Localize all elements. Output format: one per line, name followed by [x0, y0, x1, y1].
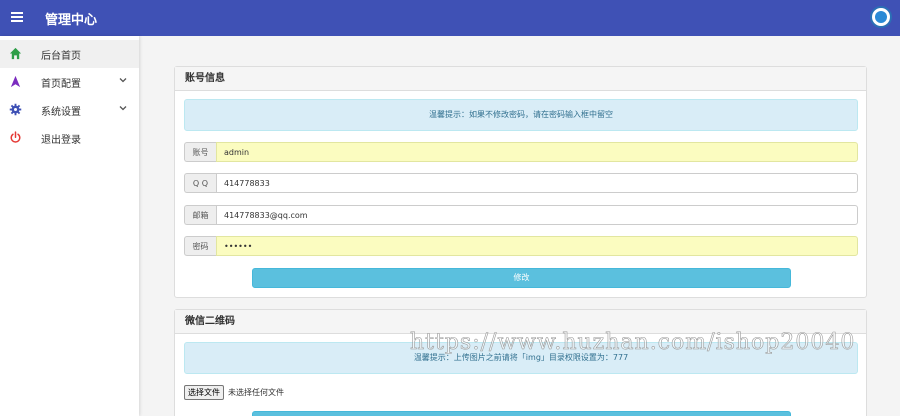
power-icon — [10, 131, 21, 143]
account-input[interactable] — [216, 142, 858, 162]
qq-label: Q Q — [184, 173, 216, 193]
qq-field: Q Q — [184, 173, 858, 193]
app-title: 管理中心 — [45, 13, 98, 28]
chevron-down-icon — [119, 106, 127, 111]
sidebar-item-label: 后台首页 — [41, 51, 81, 62]
upload-button[interactable] — [252, 411, 791, 416]
account-field: 账号 — [184, 142, 858, 162]
sidebar-item-home[interactable]: 后台首页 — [0, 40, 139, 68]
sidebar-item-system-settings[interactable]: 系统设置 — [0, 96, 139, 124]
password-label: 密码 — [184, 236, 216, 256]
email-field: 邮箱 — [184, 205, 858, 225]
gear-icon — [9, 103, 22, 116]
sidebar-item-label: 退出登录 — [41, 135, 81, 146]
navigation-icon — [10, 75, 21, 88]
email-label: 邮箱 — [184, 205, 216, 225]
home-icon — [9, 47, 22, 60]
sidebar-item-label: 系统设置 — [41, 107, 81, 118]
choose-file-button[interactable]: 选择文件 — [184, 385, 224, 400]
password-field: 密码 — [184, 236, 858, 256]
avatar[interactable] — [870, 6, 892, 28]
qq-input[interactable] — [216, 173, 858, 193]
email-input[interactable] — [216, 205, 858, 225]
logo-icon — [875, 11, 887, 23]
sidebar: 后台首页 首页配置 系统设置 退出登录 — [0, 36, 139, 416]
password-input[interactable] — [216, 236, 858, 256]
chevron-down-icon — [119, 78, 127, 83]
top-bar: 管理中心 — [0, 0, 900, 36]
menu-icon[interactable] — [11, 12, 23, 22]
account-label: 账号 — [184, 142, 216, 162]
account-info-panel: 账号信息 温馨提示：如果不修改密码，请在密码输入框中留空 账号 Q Q 邮箱 密… — [174, 66, 867, 298]
sidebar-item-homepage-config[interactable]: 首页配置 — [0, 68, 139, 96]
password-notice: 温馨提示：如果不修改密码，请在密码输入框中留空 — [184, 99, 858, 131]
submit-button[interactable]: 修改 — [252, 268, 791, 288]
sidebar-item-logout[interactable]: 退出登录 — [0, 124, 139, 152]
file-status: 未选择任何文件 — [228, 388, 284, 397]
file-upload: 选择文件 未选择任何文件 — [184, 385, 284, 400]
sidebar-item-label: 首页配置 — [41, 79, 81, 90]
watermark: https://www.huzhan.com/ishop20040 — [410, 330, 856, 356]
panel-title: 账号信息 — [175, 67, 866, 91]
wechat-qrcode-panel: 微信二维码 温馨提示：上传图片之前请将「img」目录权限设置为：777 选择文件… — [174, 309, 867, 416]
